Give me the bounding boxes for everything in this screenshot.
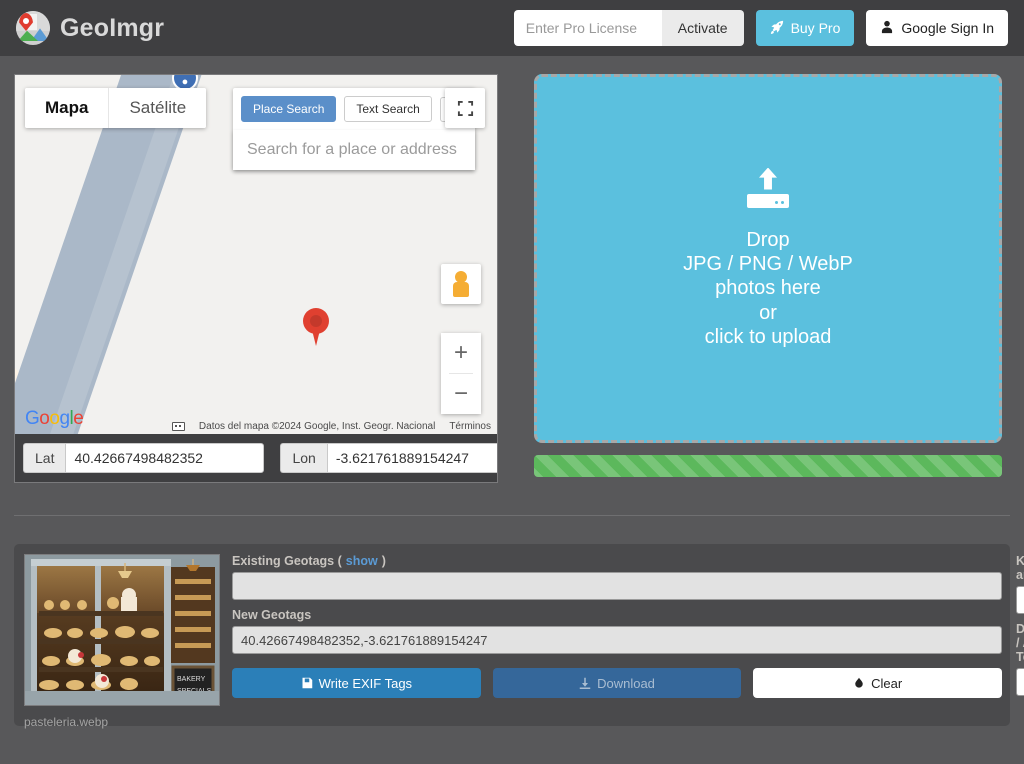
dropzone-line-1: Drop [746,228,790,251]
map-panel: ● Mapa Satélite Place Search Text Search… [14,74,498,483]
map-type-control: Mapa Satélite [25,88,207,128]
description-label: Description / Alternative Text ? [1016,622,1024,664]
map-zoom-control: + − [441,333,481,414]
svg-text:BAKERY: BAKERY [177,676,206,683]
keywords-label-text: Keywords and Tags [1016,554,1024,582]
write-exif-tags-button[interactable]: Write EXIF Tags [232,668,481,698]
dropzone-text: Drop JPG / PNG / WebP photos here or cli… [683,228,853,350]
dropzone-line-3: photos here [715,277,821,300]
street-view-pegman-icon[interactable] [441,264,481,304]
app-title: GeoImgr [60,13,165,42]
existing-geotags-input[interactable] [232,572,1002,600]
write-exif-tags-label: Write EXIF Tags [318,675,413,691]
lon-group: Lon [280,443,497,473]
map-search-input[interactable] [233,130,475,170]
upload-column: Drop JPG / PNG / WebP photos here or cli… [534,74,1002,483]
brand[interactable]: GeoImgr [16,11,164,45]
header-actions: Activate Buy Pro Google Sign In [513,10,1008,46]
map-pin-logo-icon [16,11,50,45]
search-mode-tabs: Place Search Text Search ▼ [241,96,467,122]
google-sign-in-label: Google Sign In [901,20,994,36]
license-group: Activate [513,10,744,46]
map-attribution-bar: Datos del mapa ©2024 Google, Inst. Geogr… [15,418,497,434]
dropzone-line-2: JPG / PNG / WebP [683,252,853,275]
photo-thumbnail[interactable]: BAKERYSPECIALS [24,554,220,706]
zoom-out-button[interactable]: − [441,374,481,414]
lon-label: Lon [280,443,327,473]
map-type-mapa[interactable]: Mapa [25,88,109,128]
map-search-control: Place Search Text Search ▼ [233,88,475,170]
bakery-shop-window-photo: BAKERYSPECIALS [25,555,219,705]
geotag-column: Existing Geotags ( show) New Geotags Writ… [232,554,1003,716]
show-geotags-link[interactable]: show [346,554,378,568]
clear-label: Clear [871,675,903,691]
photo-editor-panel: BAKERYSPECIALS pasteleria.webp Existing … [14,544,1024,729]
eraser-icon [853,677,865,689]
person-icon [880,20,894,37]
photo-dropzone[interactable]: Drop JPG / PNG / WebP photos here or cli… [534,74,1002,443]
existing-geotags-label-end: ) [381,554,386,568]
lat-label: Lat [23,443,66,473]
dropzone-line-5: click to upload [704,326,832,349]
lon-input[interactable] [326,443,497,473]
new-geotags-label-text: New Geotags [232,608,312,622]
google-sign-in-button[interactable]: Google Sign In [866,10,1008,46]
section-divider [14,515,1010,516]
description-input[interactable] [1016,668,1024,696]
upload-progress-track [534,455,1002,477]
buy-pro-label: Buy Pro [790,20,841,36]
pro-license-input[interactable] [513,10,662,46]
top-row: ● Mapa Satélite Place Search Text Search… [0,56,1024,483]
map-type-satelite[interactable]: Satélite [109,88,207,128]
keywords-label: Keywords and Tags ? [1016,554,1024,582]
map-terms-link[interactable]: Términos [449,421,491,432]
keywords-input[interactable] [1016,586,1024,614]
keyboard-shortcuts-icon[interactable] [171,421,185,431]
download-button[interactable]: Download [492,668,742,698]
clear-button[interactable]: Clear [753,668,1003,698]
description-label-text: Description / Alternative Text [1016,622,1024,664]
keywords-column: Keywords and Tags ? Description / Altern… [1016,554,1024,716]
lat-input[interactable] [65,443,265,473]
rocket-icon [770,20,784,37]
new-geotags-input[interactable] [232,626,1002,654]
activate-button[interactable]: Activate [661,10,744,46]
app-header: GeoImgr Activate Buy Pro Google Sign In [0,0,1024,56]
dropzone-line-4: or [759,301,777,324]
upload-progress-bar [534,455,1002,477]
photo-filename: pasteleria.webp [24,715,109,729]
map-attribution-text: Datos del mapa ©2024 Google, Inst. Geogr… [198,420,436,432]
cloud-upload-icon [745,167,791,214]
fullscreen-icon[interactable] [445,88,485,128]
new-geotags-label: New Geotags [232,608,1002,622]
latlon-bar: Lat Lon [15,434,497,482]
download-icon [579,677,591,689]
map-marker-icon[interactable] [303,308,329,346]
existing-geotags-label: Existing Geotags ( show) [232,554,1002,568]
lat-group: Lat [23,443,265,473]
buy-pro-button[interactable]: Buy Pro [755,10,855,46]
text-search-tab[interactable]: Text Search [344,96,432,122]
download-label: Download [597,675,655,691]
place-search-tab[interactable]: Place Search [241,96,337,122]
zoom-in-button[interactable]: + [441,333,481,373]
thumbnail-column: BAKERYSPECIALS pasteleria.webp [24,554,220,729]
action-buttons-row: Write EXIF Tags Download Clear [232,668,1003,698]
save-icon [301,677,313,689]
existing-geotags-label-text: Existing Geotags ( [232,554,342,568]
metadata-fields: Existing Geotags ( show) New Geotags Writ… [232,554,1024,716]
